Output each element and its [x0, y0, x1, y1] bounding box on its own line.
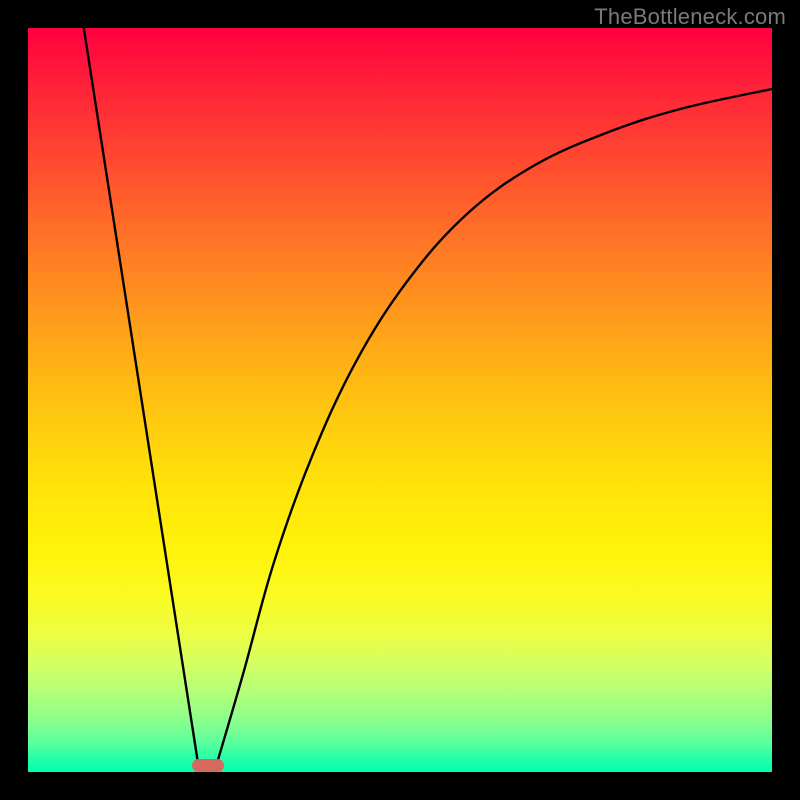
watermark-text: TheBottleneck.com: [594, 4, 786, 30]
curve-right-segment: [218, 89, 772, 761]
curve-left-segment: [84, 28, 198, 761]
min-point-marker: [192, 759, 225, 772]
bottleneck-curve: [28, 28, 772, 772]
plot-frame: [28, 28, 772, 772]
